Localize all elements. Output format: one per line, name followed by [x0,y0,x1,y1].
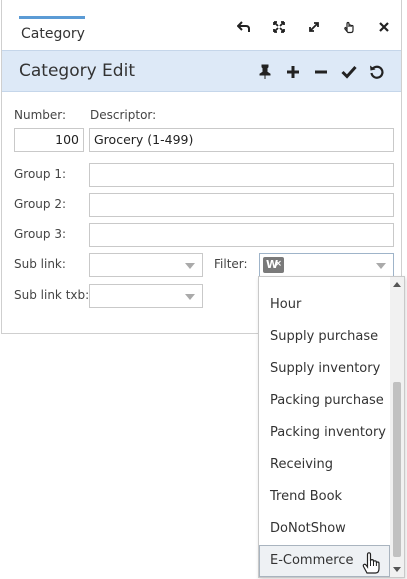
sublink-txb-label: Sub link txb: [14,288,90,302]
undo-icon[interactable] [235,18,253,36]
fullscreen-icon[interactable] [270,18,288,36]
refresh-icon[interactable] [367,62,387,82]
filter-dropdown-list[interactable]: Hour Supply purchase Supply inventory Pa… [258,276,405,578]
pin-icon[interactable] [255,62,275,82]
filter-select[interactable]: W × [259,253,394,277]
scroll-up-icon[interactable] [393,282,401,287]
list-item[interactable]: Packing inventory [259,417,390,449]
hand-cursor-icon [361,551,381,575]
chevron-down-icon [185,294,195,300]
chevron-down-icon [185,263,195,269]
descriptor-label: Descriptor: [90,108,157,122]
list-item[interactable]: DoNotShow [259,513,390,545]
group2-label: Group 2: [14,197,67,211]
list-item[interactable]: Hour [259,289,390,321]
list-item[interactable]: Receiving [259,449,390,481]
expand-icon[interactable] [305,18,323,36]
tab-category-label: Category [21,26,85,42]
group3-field[interactable] [89,223,394,247]
close-icon[interactable] [375,18,393,36]
scroll-down-icon[interactable] [393,567,401,572]
list-item[interactable]: Trend Book [259,481,390,513]
dropdown-scrollbar[interactable] [390,277,404,577]
group1-label: Group 1: [14,167,67,181]
edit-header: Category Edit [2,50,401,92]
scrollbar-thumb[interactable] [393,382,401,557]
sublink-select[interactable] [89,253,203,277]
sublink-label: Sub link: [14,257,66,271]
add-icon[interactable] [283,62,303,82]
descriptor-field[interactable]: Grocery (1-499) [89,128,394,152]
window-titlebar: Category [2,0,401,48]
filter-tag[interactable]: W × [263,257,284,273]
group2-field[interactable] [89,193,394,217]
filter-label: Filter: [214,257,248,271]
list-item[interactable]: Supply purchase [259,321,390,353]
page-title: Category Edit [19,61,135,81]
tab-category[interactable]: Category [19,16,85,46]
pointer-hand-icon[interactable] [340,18,358,36]
confirm-check-icon[interactable] [339,62,359,82]
number-field[interactable]: 100 [14,128,84,152]
remove-icon[interactable] [311,62,331,82]
chevron-down-icon [376,263,386,269]
group3-label: Group 3: [14,227,67,241]
list-item[interactable]: Packing purchase [259,385,390,417]
group1-field[interactable] [89,163,394,187]
number-label: Number: [14,108,67,122]
sublink-txb-select[interactable] [89,284,203,308]
tag-remove-icon[interactable]: × [274,256,282,272]
list-item[interactable]: Supply inventory [259,353,390,385]
